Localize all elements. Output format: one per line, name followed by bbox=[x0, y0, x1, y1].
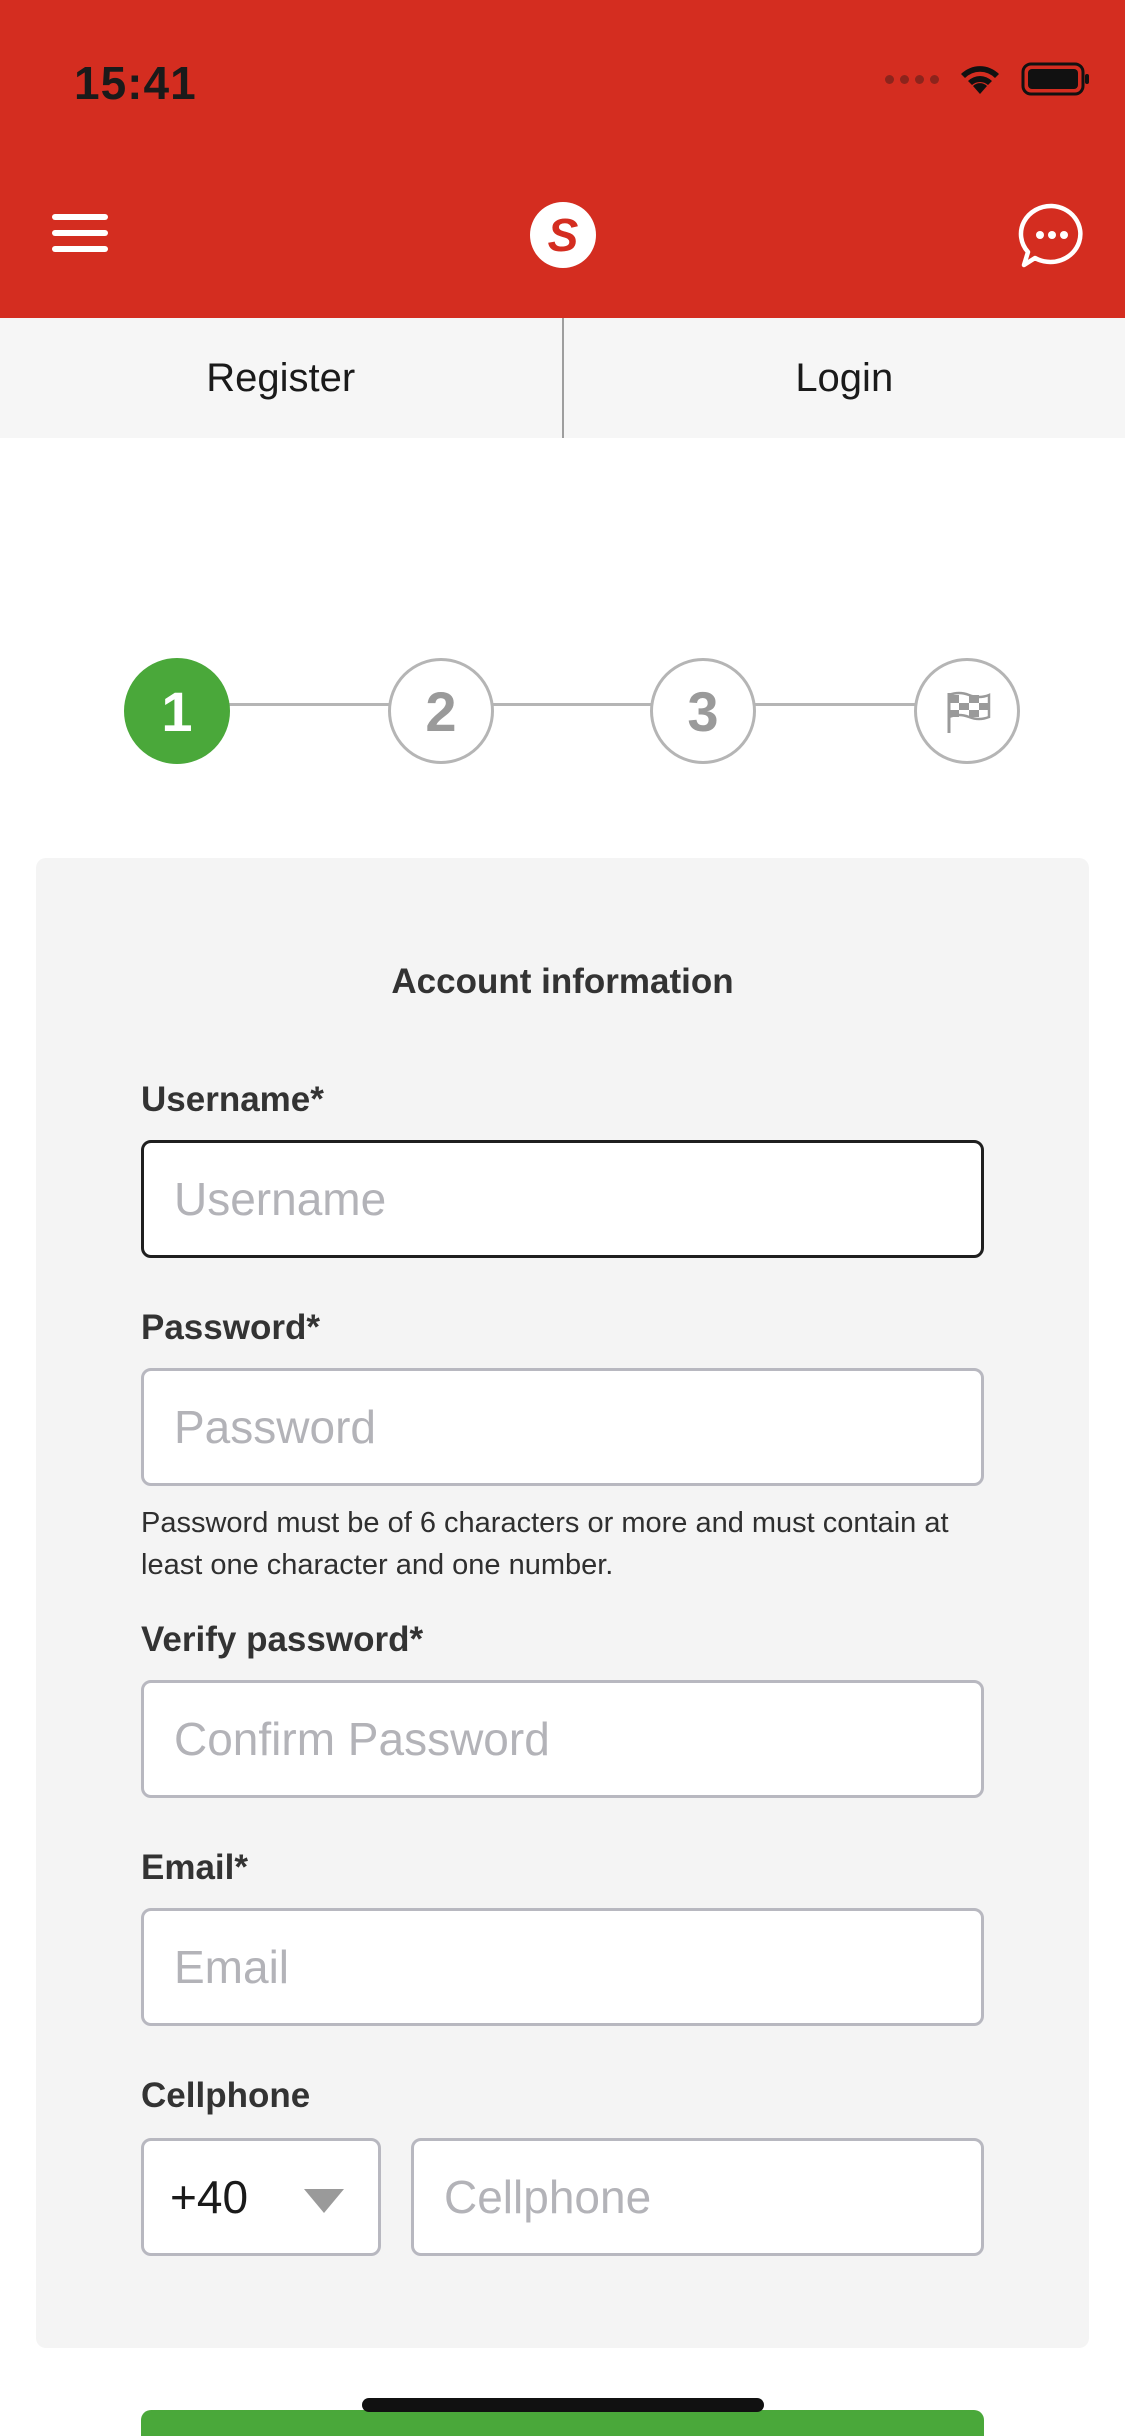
verify-password-label: Verify password* bbox=[141, 1620, 424, 1659]
email-label: Email* bbox=[141, 1848, 248, 1887]
form-title: Account information bbox=[391, 962, 734, 1001]
menu-button[interactable] bbox=[52, 210, 114, 256]
cellphone-input[interactable] bbox=[411, 2138, 984, 2256]
account-form-card: Account information Username* Password* … bbox=[36, 858, 1089, 2348]
auth-tabs: Register Login bbox=[0, 318, 1125, 438]
password-hint: Password must be of 6 characters or more… bbox=[141, 1507, 949, 1581]
step-3: 3 bbox=[650, 658, 756, 764]
logo-text: S bbox=[547, 209, 579, 261]
step-1: 1 bbox=[124, 658, 230, 764]
checkered-flag-icon bbox=[947, 691, 991, 733]
status-time: 15:41 bbox=[74, 57, 197, 109]
country-code-select[interactable]: +40 bbox=[141, 2138, 381, 2256]
email-input[interactable] bbox=[141, 1908, 984, 2026]
country-code-value: +40 bbox=[170, 2171, 249, 2223]
verify-password-input[interactable] bbox=[141, 1680, 984, 1798]
tab-login[interactable]: Login bbox=[564, 318, 1125, 438]
step-connector bbox=[228, 703, 390, 706]
step-connector bbox=[492, 703, 652, 706]
password-input[interactable] bbox=[141, 1368, 984, 1486]
home-indicator bbox=[362, 2398, 764, 2412]
username-input[interactable] bbox=[141, 1140, 984, 1258]
continue-button[interactable] bbox=[141, 2410, 984, 2436]
chat-icon[interactable] bbox=[1018, 202, 1086, 270]
registration-stepper: 1 2 3 bbox=[124, 658, 1020, 764]
app-header: 15:41 S bbox=[0, 0, 1125, 318]
step-finish bbox=[914, 658, 1020, 764]
step-2: 2 bbox=[388, 658, 494, 764]
brand-logo[interactable]: S bbox=[530, 202, 596, 268]
wifi-icon bbox=[957, 62, 1003, 96]
password-label: Password* bbox=[141, 1308, 320, 1347]
step-connector bbox=[754, 703, 916, 706]
username-label: Username* bbox=[141, 1080, 324, 1119]
cellular-signal-icon bbox=[885, 74, 939, 84]
tab-register[interactable]: Register bbox=[0, 318, 562, 438]
cellphone-label: Cellphone bbox=[141, 2076, 311, 2115]
status-icons bbox=[885, 62, 1091, 96]
chevron-down-icon bbox=[304, 2189, 344, 2213]
battery-icon bbox=[1021, 62, 1091, 96]
